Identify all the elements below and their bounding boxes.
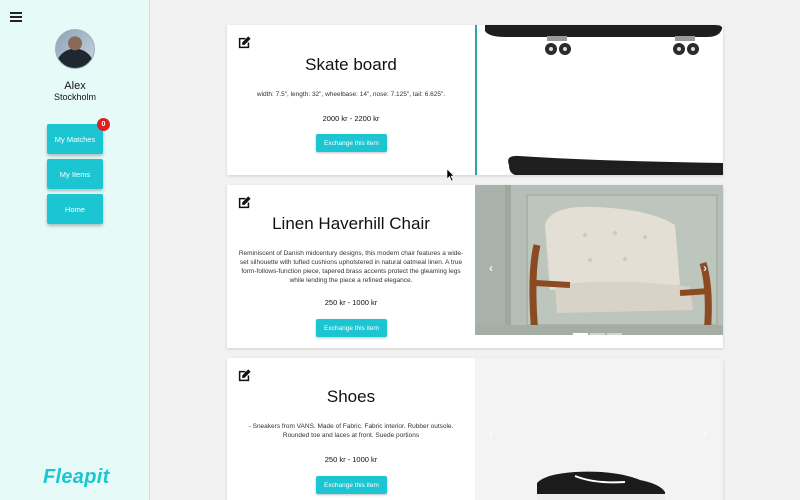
carousel-indicator[interactable] (607, 333, 622, 335)
exchange-button[interactable]: Exchange this item (316, 476, 387, 494)
item-description: - Sneakers from VANS. Made of Fabric. Fa… (248, 423, 454, 439)
carousel-next-icon[interactable]: › (703, 261, 707, 275)
item-details: Shoes - Sneakers from VANS. Made of Fabr… (227, 358, 475, 500)
item-price: 250 kr - 1000 kr (324, 455, 378, 464)
home-label: Home (64, 204, 85, 214)
skateboard-image (475, 25, 723, 175)
edit-icon[interactable] (237, 368, 252, 383)
item-details: Linen Haverhill Chair Reminiscent of Dan… (227, 185, 475, 348)
carousel-prev-icon[interactable]: ‹ (489, 427, 493, 441)
matches-count-badge: 0 (97, 118, 110, 131)
armchair-image: ‹ › (475, 185, 723, 348)
user-name: Alex (64, 80, 86, 92)
exchange-button[interactable]: Exchange this item (316, 319, 387, 337)
carousel-indicator[interactable] (590, 333, 605, 335)
item-title: Linen Haverhill Chair (272, 214, 430, 233)
user-city: Stockholm (53, 92, 97, 102)
item-card: Linen Haverhill Chair Reminiscent of Dan… (227, 185, 723, 348)
edit-icon[interactable] (237, 35, 252, 50)
carousel-indicators (573, 333, 622, 335)
brand-logo: Fleapit (43, 466, 110, 488)
item-title: Skate board (305, 55, 397, 74)
sneaker-image: ‹ › (475, 358, 723, 500)
item-description: Reminiscent of Danish midcentury designs… (238, 250, 464, 284)
item-price: 250 kr - 1000 kr (324, 298, 378, 307)
item-details: Skate board width: 7.5", length: 32", wh… (227, 25, 475, 175)
item-description: width: 7.5", length: 32", wheelbase: 14"… (256, 91, 446, 98)
edit-icon[interactable] (237, 195, 252, 210)
item-price: 2000 kr - 2200 kr (322, 114, 380, 123)
home-button[interactable]: Home (47, 194, 103, 224)
sidebar: Alex Stockholm My Matches 0 My Items Hom… (0, 0, 150, 500)
my-items-button[interactable]: My Items (47, 159, 103, 189)
item-card: Skate board width: 7.5", length: 32", wh… (227, 25, 723, 175)
carousel-prev-icon[interactable]: ‹ (489, 261, 493, 275)
hamburger-menu-icon[interactable] (10, 12, 22, 22)
avatar (55, 29, 95, 69)
mouse-cursor-icon (447, 169, 455, 181)
my-matches-label: My Matches (54, 134, 96, 144)
my-items-label: My Items (59, 169, 91, 179)
my-matches-button[interactable]: My Matches 0 (47, 118, 110, 154)
carousel-indicator[interactable] (573, 333, 588, 335)
item-title: Shoes (326, 387, 376, 406)
carousel-next-icon[interactable]: › (703, 427, 707, 441)
exchange-button[interactable]: Exchange this item (316, 134, 387, 152)
item-card: Shoes - Sneakers from VANS. Made of Fabr… (227, 358, 723, 500)
